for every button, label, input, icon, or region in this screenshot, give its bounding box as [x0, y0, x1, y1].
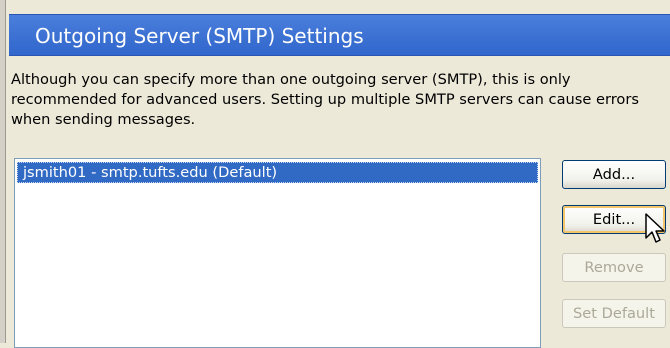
window-left-border: [0, 0, 6, 343]
remove-button[interactable]: Remove: [562, 253, 666, 282]
list-item[interactable]: jsmith01 - smtp.tufts.edu (Default): [17, 162, 538, 183]
section-title: Outgoing Server (SMTP) Settings: [35, 24, 364, 48]
add-button[interactable]: Add...: [562, 160, 666, 189]
set-default-button[interactable]: Set Default: [562, 299, 666, 328]
section-header: Outgoing Server (SMTP) Settings: [9, 14, 670, 56]
smtp-server-list[interactable]: jsmith01 - smtp.tufts.edu (Default): [14, 158, 541, 348]
smtp-settings-panel: Outgoing Server (SMTP) Settings Although…: [0, 0, 670, 348]
description-text: Although you can specify more than one o…: [11, 71, 639, 128]
pointer-arrow-icon: [645, 213, 665, 243]
